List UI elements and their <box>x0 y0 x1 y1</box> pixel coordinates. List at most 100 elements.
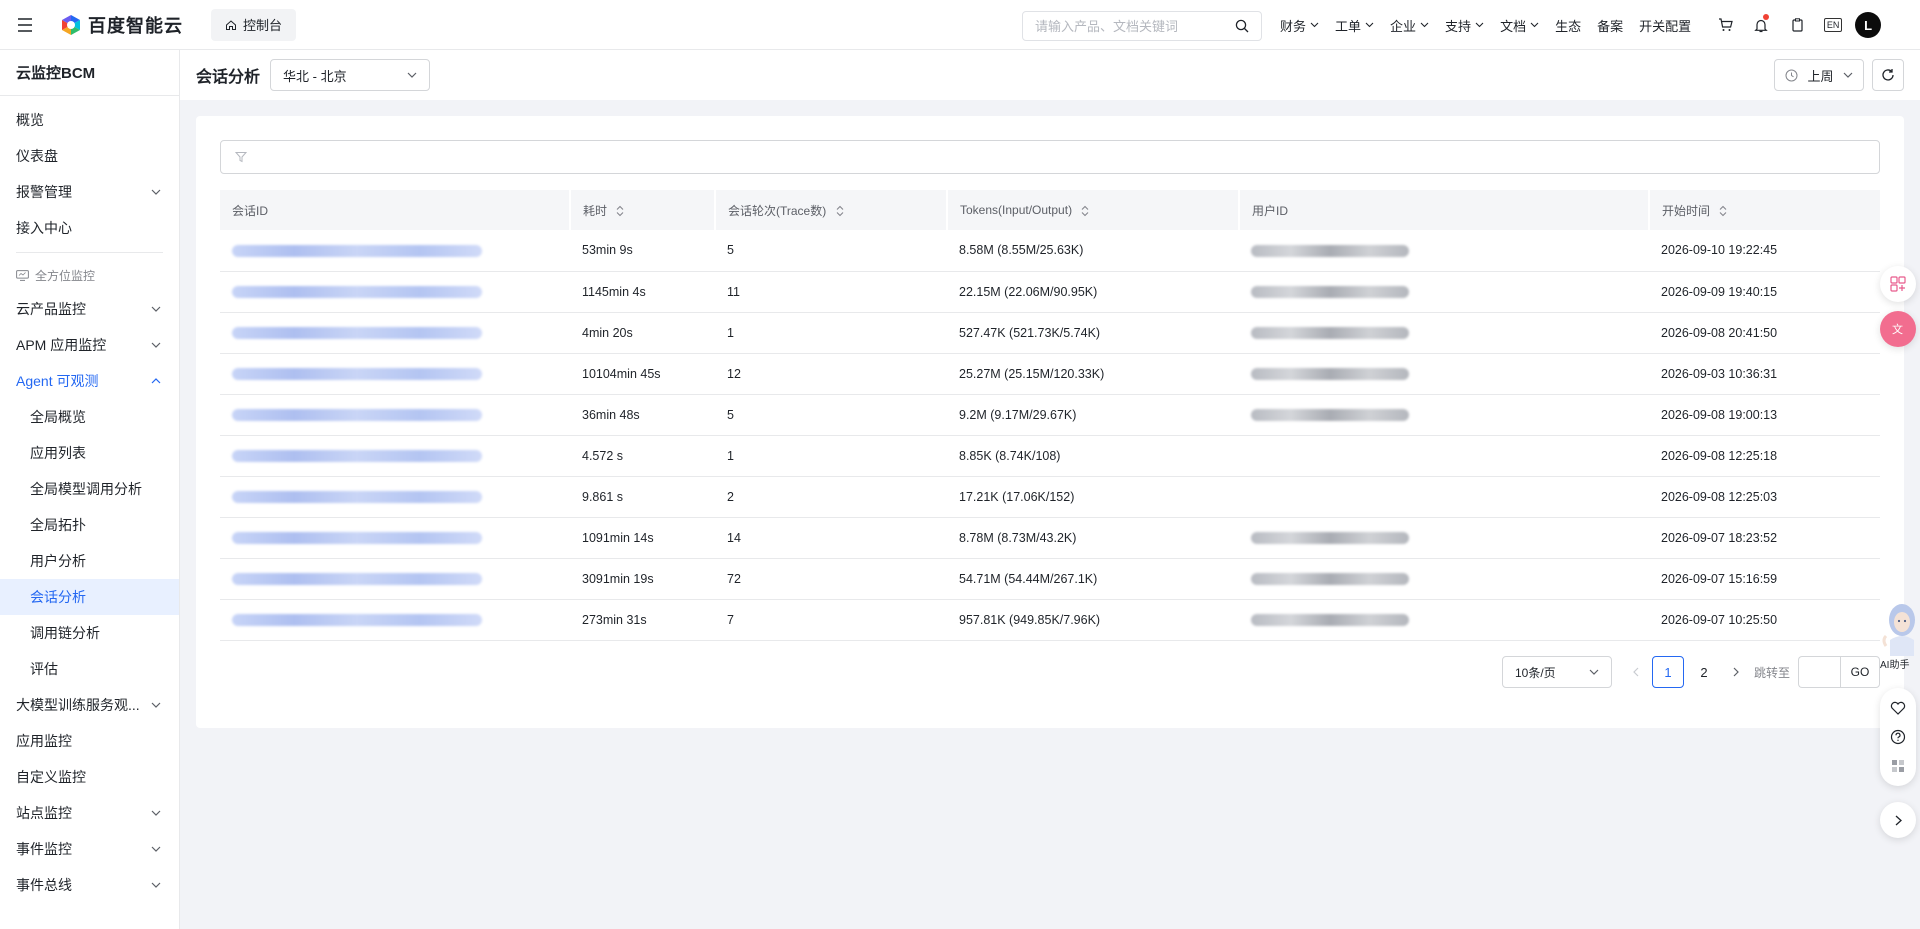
table-row[interactable]: 36min 48s 5 9.2M (9.17M/29.67K) 2026-09-08 … <box>220 394 1880 436</box>
logo[interactable]: 百度智能云 <box>60 12 183 38</box>
sidebar-item-site-monitor[interactable]: 站点监控 <box>0 795 179 831</box>
search-box[interactable] <box>1022 11 1262 41</box>
page-size-select[interactable]: 10条/页 <box>1501 656 1612 688</box>
sort-icon[interactable] <box>1719 205 1727 217</box>
sidebar-item-llm-training[interactable]: 大模型训练服务观... <box>0 687 179 723</box>
session-id-link[interactable] <box>232 368 482 381</box>
table-body: 53min 9s 5 8.58M (8.55M/25.63K) 2026-09-10 … <box>220 230 1880 641</box>
nav-ecosystem[interactable]: 生态 <box>1555 16 1581 35</box>
region-select[interactable]: 华北 - 北京 <box>270 59 431 91</box>
prev-page-button[interactable] <box>1622 656 1650 688</box>
table-row[interactable]: 3091min 19s 72 54.71M (54.44M/267.1K) 2026-… <box>220 558 1880 600</box>
avatar[interactable]: L <box>1855 12 1882 38</box>
session-id-link[interactable] <box>232 327 482 340</box>
col-header-tokens[interactable]: Tokens(Input/Output) <box>947 190 1240 230</box>
sidebar-item-app-list[interactable]: 应用列表 <box>0 435 179 471</box>
page-button-2[interactable]: 2 <box>1688 656 1720 688</box>
sidebar-item-session-analysis[interactable]: 会话分析 <box>0 579 179 615</box>
cell-user-id <box>1239 435 1649 477</box>
sidebar-item-trace-analysis[interactable]: 调用链分析 <box>0 615 179 651</box>
chevron-down-icon <box>1589 669 1599 675</box>
chevron-down-icon <box>151 810 161 816</box>
cell-session-id[interactable] <box>220 230 570 272</box>
cell-session-id[interactable] <box>220 558 570 600</box>
col-header-start-time[interactable]: 开始时间 <box>1649 190 1880 230</box>
sort-icon[interactable] <box>1081 205 1089 217</box>
sidebar-item-event-bus[interactable]: 事件总线 <box>0 867 179 903</box>
heart-icon[interactable] <box>1890 701 1906 715</box>
nav-finance[interactable]: 财务 <box>1280 16 1319 35</box>
jump-page-input[interactable] <box>1798 656 1840 688</box>
sidebar-item-app-monitor[interactable]: 应用监控 <box>0 723 179 759</box>
sidebar-item-dashboard[interactable]: 仪表盘 <box>0 138 179 174</box>
search-input[interactable] <box>1035 18 1235 34</box>
cart-icon[interactable] <box>1707 0 1743 50</box>
next-page-button[interactable] <box>1722 656 1750 688</box>
cell-session-id[interactable] <box>220 435 570 477</box>
sidebar-item-overview[interactable]: 概览 <box>0 102 179 138</box>
filter-input[interactable] <box>220 140 1880 174</box>
sidebar-item-access[interactable]: 接入中心 <box>0 210 179 246</box>
table-row[interactable]: 10104min 45s 12 25.27M (25.15M/120.33K) 202… <box>220 353 1880 395</box>
nav-switch-config[interactable]: 开关配置 <box>1639 16 1691 35</box>
session-id-link[interactable] <box>232 409 482 422</box>
cell-session-id[interactable] <box>220 312 570 354</box>
table-row[interactable]: 4.572 s 1 8.85K (8.74K/108) 2026-09-08 12:2… <box>220 435 1880 477</box>
table-row[interactable]: 53min 9s 5 8.58M (8.55M/25.63K) 2026-09-10 … <box>220 230 1880 272</box>
cell-session-id[interactable] <box>220 476 570 518</box>
bell-icon[interactable] <box>1743 0 1779 50</box>
console-button[interactable]: 控制台 <box>211 8 297 41</box>
session-id-link[interactable] <box>232 573 482 586</box>
session-id-link[interactable] <box>232 286 482 299</box>
session-id-link[interactable] <box>232 450 482 463</box>
menu-icon[interactable] <box>0 0 50 50</box>
sidebar-item-agent[interactable]: Agent 可观测 <box>0 363 179 399</box>
cell-session-id[interactable] <box>220 599 570 641</box>
clipboard-icon[interactable] <box>1779 0 1815 50</box>
language-button[interactable]: EN <box>1815 0 1851 50</box>
session-id-link[interactable] <box>232 491 482 504</box>
qrcode-icon[interactable] <box>1891 759 1905 773</box>
table-row[interactable]: 1145min 4s 11 22.15M (22.06M/90.95K) 2026-0… <box>220 271 1880 313</box>
page-button-1[interactable]: 1 <box>1651 656 1684 688</box>
sidebar-item-user-analysis[interactable]: 用户分析 <box>0 543 179 579</box>
sidebar-item-event-monitor[interactable]: 事件监控 <box>0 831 179 867</box>
apps-float-button[interactable] <box>1880 266 1916 302</box>
table-row[interactable]: 273min 31s 7 957.81K (949.85K/7.96K) 2026-0… <box>220 599 1880 641</box>
table-row[interactable]: 1091min 14s 14 8.78M (8.73M/43.2K) 2026-09-… <box>220 517 1880 559</box>
nav-docs[interactable]: 文档 <box>1500 16 1539 35</box>
table-row[interactable]: 9.861 s 2 17.21K (17.06K/152) 2026-09-08 12… <box>220 476 1880 518</box>
sidebar-item-alarm[interactable]: 报警管理 <box>0 174 179 210</box>
help-icon[interactable] <box>1890 729 1906 745</box>
sidebar-item-topology[interactable]: 全局拓扑 <box>0 507 179 543</box>
table-row[interactable]: 4min 20s 1 527.47K (521.73K/5.74K) 2026-09-… <box>220 312 1880 354</box>
nav-support[interactable]: 支持 <box>1445 16 1484 35</box>
sidebar-item-apm[interactable]: APM 应用监控 <box>0 327 179 363</box>
sidebar-item-global-overview[interactable]: 全局概览 <box>0 399 179 435</box>
col-header-turns[interactable]: 会话轮次(Trace数) <box>715 190 948 230</box>
translate-float-button[interactable]: 文 <box>1880 311 1916 347</box>
time-range-select[interactable]: 上周 <box>1774 59 1864 91</box>
nav-filing[interactable]: 备案 <box>1597 16 1623 35</box>
refresh-button[interactable] <box>1872 59 1904 91</box>
col-header-duration[interactable]: 耗时 <box>570 190 716 230</box>
nav-ticket[interactable]: 工单 <box>1335 16 1374 35</box>
sort-icon[interactable] <box>836 205 844 217</box>
collapse-float-button[interactable] <box>1880 802 1916 838</box>
cell-session-id[interactable] <box>220 394 570 436</box>
cell-session-id[interactable] <box>220 271 570 313</box>
sidebar-item-model-call[interactable]: 全局模型调用分析 <box>0 471 179 507</box>
session-id-link[interactable] <box>232 614 482 627</box>
search-icon[interactable] <box>1235 19 1249 33</box>
cell-start-time: 2026-09-07 18:23:52 <box>1649 517 1880 559</box>
go-button[interactable]: GO <box>1840 656 1880 688</box>
cell-session-id[interactable] <box>220 353 570 395</box>
session-id-link[interactable] <box>232 244 482 257</box>
nav-enterprise[interactable]: 企业 <box>1390 16 1429 35</box>
cell-session-id[interactable] <box>220 517 570 559</box>
sort-icon[interactable] <box>616 205 624 217</box>
sidebar-item-custom-monitor[interactable]: 自定义监控 <box>0 759 179 795</box>
sidebar-item-cloud-product[interactable]: 云产品监控 <box>0 291 179 327</box>
session-id-link[interactable] <box>232 532 482 545</box>
sidebar-item-evaluation[interactable]: 评估 <box>0 651 179 687</box>
